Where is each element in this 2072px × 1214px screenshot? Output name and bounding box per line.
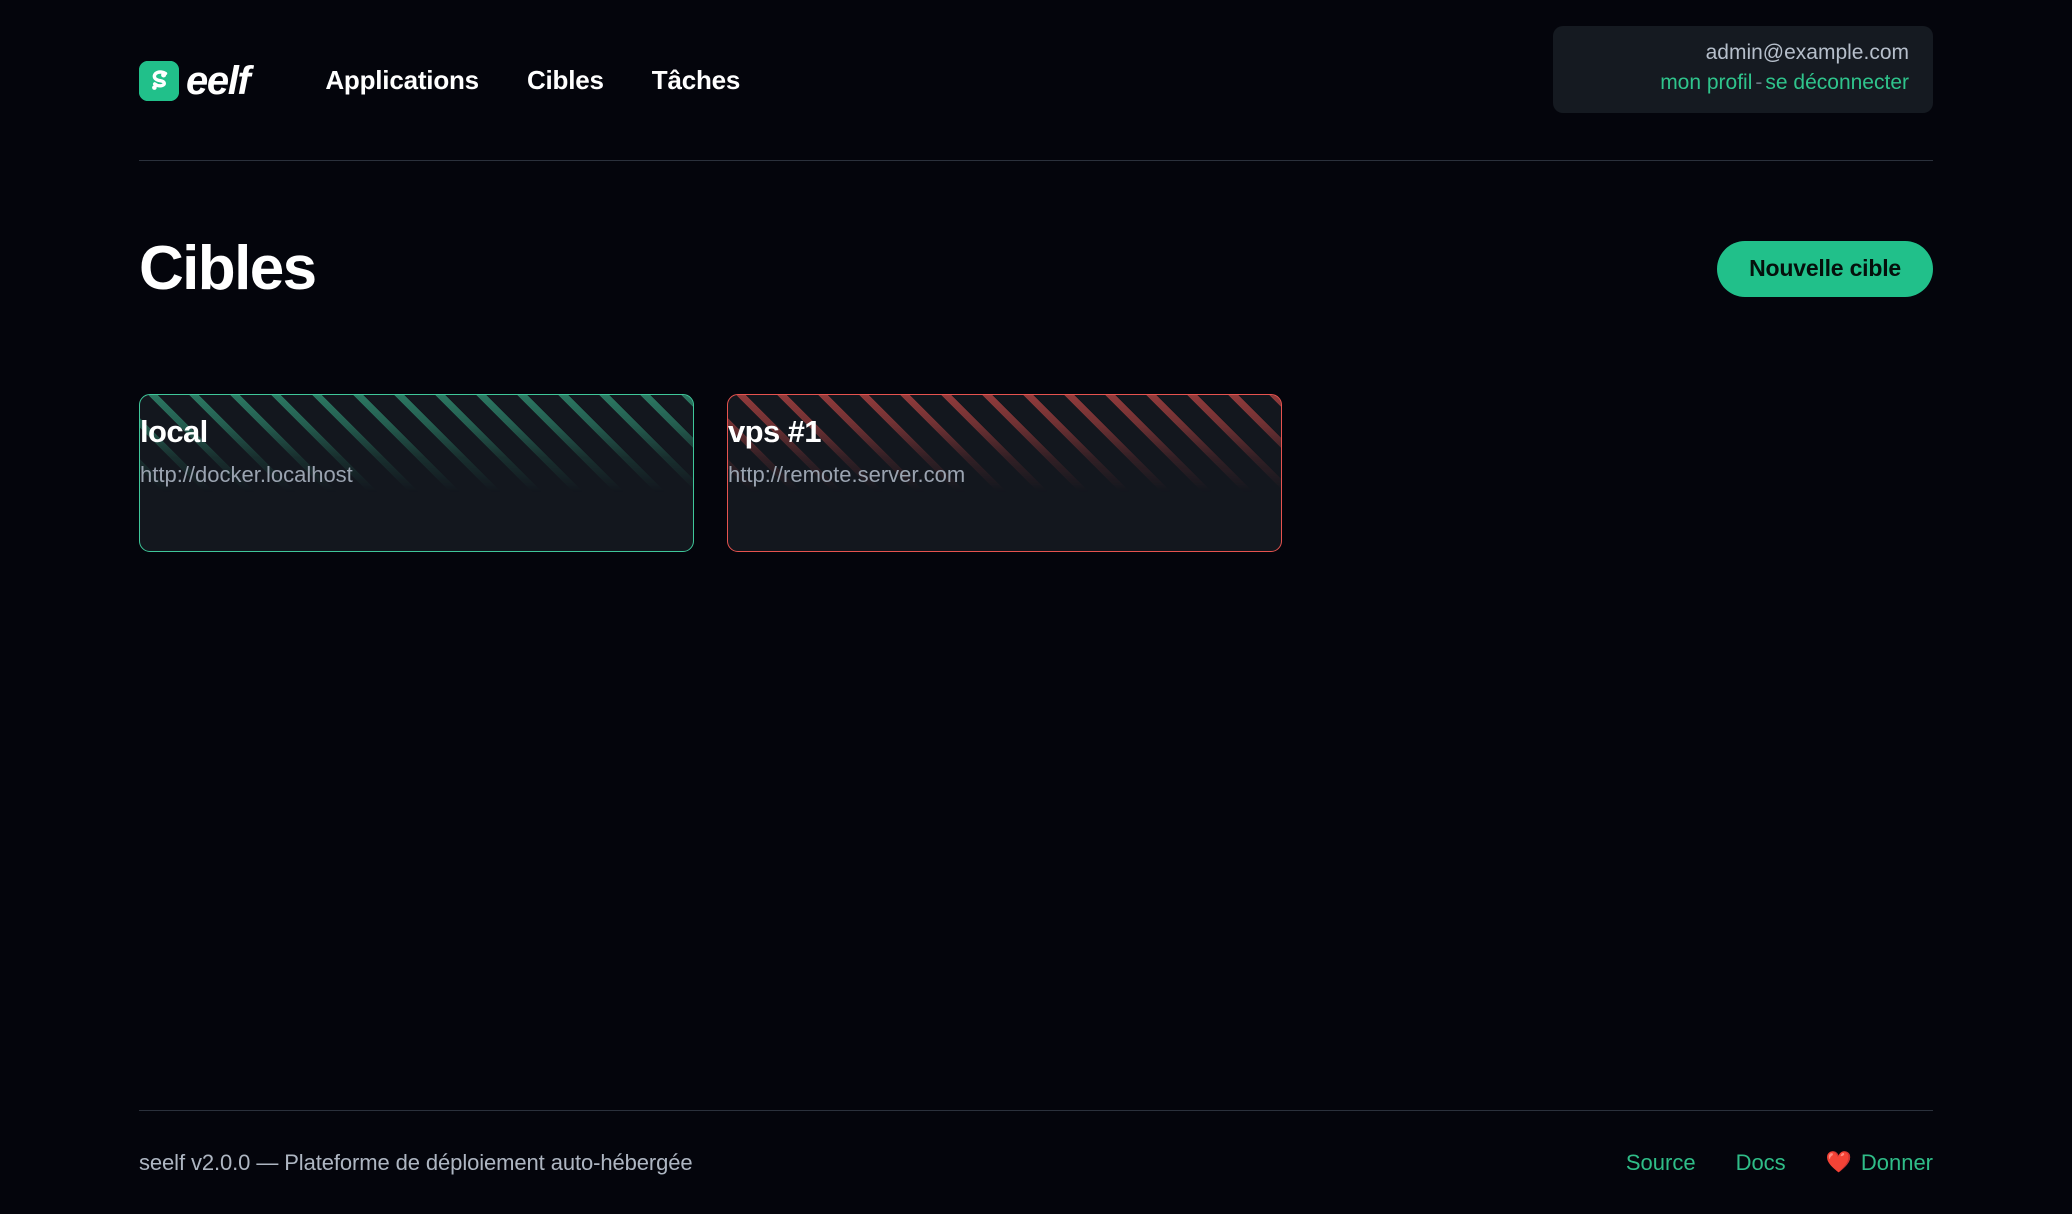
page-header-row: Cibles Nouvelle cible	[139, 161, 1933, 300]
targets-list: local http://docker.localhost vps #1 htt…	[139, 394, 1933, 552]
target-card-vps-1[interactable]: vps #1 http://remote.server.com	[727, 394, 1282, 552]
user-actions-separator: -	[1755, 71, 1763, 95]
footer-link-docs[interactable]: Docs	[1736, 1150, 1786, 1176]
heart-icon: ❤️	[1825, 1151, 1852, 1174]
target-name: vps #1	[728, 414, 822, 449]
footer-link-donate[interactable]: ❤️ Donner	[1826, 1150, 1933, 1176]
target-card-body: local http://docker.localhost	[140, 395, 693, 508]
footer-version-text: seelf v2.0.0 — Plateforme de déploiement…	[139, 1149, 693, 1175]
main-content: Cibles Nouvelle cible local http://docke…	[0, 161, 2072, 1110]
user-actions: mon profil - se déconnecter	[1577, 68, 1909, 98]
user-email: admin@example.com	[1705, 41, 1909, 64]
seelf-logo-icon	[139, 60, 179, 101]
nav-item-taches[interactable]: Tâches	[652, 65, 741, 96]
footer-link-source[interactable]: Source	[1626, 1150, 1696, 1176]
brand-wordmark: eelf	[186, 58, 251, 103]
target-url: http://docker.localhost	[140, 461, 353, 487]
target-card-body: vps #1 http://remote.server.com	[728, 395, 1281, 508]
target-card-local[interactable]: local http://docker.localhost	[139, 394, 694, 552]
profile-link[interactable]: mon profil	[1660, 71, 1752, 94]
nav-item-applications[interactable]: Applications	[325, 65, 479, 96]
logout-link[interactable]: se déconnecter	[1765, 71, 1909, 94]
user-badge: admin@example.com mon profil - se déconnec…	[1553, 26, 1933, 113]
target-url: http://remote.server.com	[728, 461, 966, 487]
app-root: eelf Applications Cibles Tâches admin@ex…	[0, 0, 2072, 1214]
donate-label: Donner	[1860, 1149, 1933, 1175]
main-nav: Applications Cibles Tâches	[325, 65, 740, 96]
site-footer: seelf v2.0.0 — Plateforme de déploiement…	[139, 1110, 1933, 1214]
site-header: eelf Applications Cibles Tâches admin@ex…	[0, 0, 2072, 161]
new-target-button[interactable]: Nouvelle cible	[1717, 241, 1933, 297]
footer-links: Source Docs ❤️ Donner	[1626, 1150, 1933, 1176]
nav-item-cibles[interactable]: Cibles	[527, 65, 604, 96]
page-title: Cibles	[139, 234, 317, 303]
target-name: local	[140, 414, 208, 449]
brand-logo-link[interactable]: eelf	[139, 58, 251, 103]
